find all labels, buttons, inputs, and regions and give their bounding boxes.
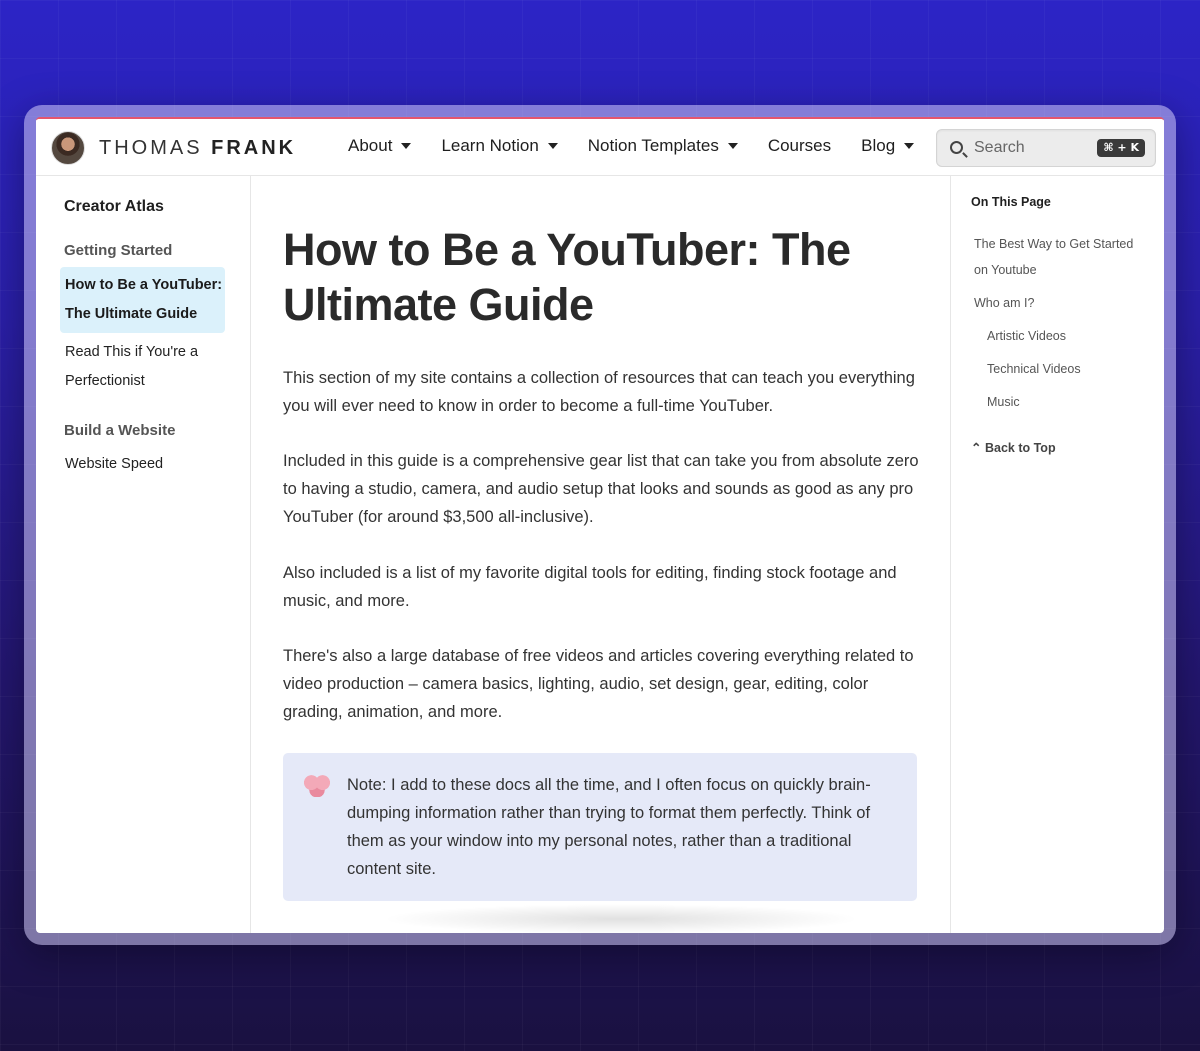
sidebar-title[interactable]: Creator Atlas (64, 198, 164, 216)
nav-notion-templates-label: Notion Templates (587, 136, 719, 155)
article: How to Be a YouTuber: The Ultimate Guide… (283, 176, 923, 933)
search-placeholder: Search (974, 139, 1025, 156)
nav-courses[interactable]: Courses (768, 136, 831, 156)
double-chevron-up-icon: ⌃ (971, 441, 982, 455)
search-icon (950, 141, 963, 154)
brand-first: THOMAS (99, 137, 203, 159)
sidebar-item-youtuber-guide[interactable]: How to Be a YouTuber: The Ultimate Guide (60, 267, 225, 333)
toc-item-music[interactable]: Music (987, 389, 1020, 415)
nav-courses-label: Courses (767, 136, 832, 155)
sidebar-section-getting-started[interactable]: Getting Started (64, 242, 172, 259)
nav-about-label: About (348, 136, 393, 155)
paragraph-4: There's also a large database of free vi… (283, 647, 914, 721)
note-callout: Note: I add to these docs all the time, … (283, 753, 917, 901)
paragraph-1: This section of my site contains a colle… (283, 369, 915, 415)
docs-sidebar: Creator Atlas Getting Started How to Be … (36, 176, 251, 933)
toc-item-artistic-videos[interactable]: Artistic Videos (987, 323, 1066, 349)
caret-down-icon (727, 143, 738, 149)
nav-blog-label: Blog (861, 136, 896, 155)
nav-learn-notion[interactable]: Learn Notion (441, 136, 558, 156)
paragraph-2: Included in this guide is a comprehensiv… (283, 452, 919, 526)
brain-icon (303, 773, 331, 797)
on-this-page-toc: On This Page The Best Way to Get Started… (950, 176, 1164, 933)
nav-blog[interactable]: Blog (861, 136, 915, 156)
caret-down-icon (904, 143, 915, 149)
main-nav: About Learn Notion Notion Templates Cour… (348, 136, 944, 156)
brand-last: FRANK (211, 137, 297, 159)
sidebar-item-website-speed[interactable]: Website Speed (65, 450, 225, 479)
caret-down-icon (401, 143, 412, 149)
browser-window: THOMAS FRANK About Learn Notion Notion T… (36, 117, 1164, 933)
page-title: How to Be a YouTuber: The Ultimate Guide (283, 224, 851, 330)
nav-notion-templates[interactable]: Notion Templates (588, 136, 738, 156)
search-shortcut-badge: ⌘ + K (1097, 139, 1145, 157)
search-box[interactable]: Search ⌘ + K (936, 129, 1156, 167)
toc-item-who-am-i[interactable]: Who am I? (974, 290, 1034, 316)
sidebar-item-perfectionist[interactable]: Read This if You're a Perfectionist (65, 338, 225, 396)
paragraph-3: Also included is a list of my favorite d… (283, 564, 897, 610)
nav-about[interactable]: About (348, 136, 412, 156)
back-to-top-link[interactable]: ⌃ Back to Top (971, 440, 1056, 455)
toc-item-technical-videos[interactable]: Technical Videos (987, 356, 1081, 382)
toc-title: On This Page (971, 195, 1051, 209)
site-header: THOMAS FRANK About Learn Notion Notion T… (36, 119, 1164, 176)
note-text: Note: I add to these docs all the time, … (347, 776, 871, 878)
back-to-top-label: Back to Top (984, 441, 1056, 455)
sidebar-section-build-a-website[interactable]: Build a Website (64, 422, 175, 439)
toc-item-best-way[interactable]: The Best Way to Get Started on Youtube (974, 231, 1149, 283)
avatar[interactable] (51, 131, 85, 165)
caret-down-icon (547, 143, 558, 149)
nav-learn-notion-label: Learn Notion (441, 136, 539, 155)
site-logo[interactable]: THOMAS FRANK (99, 137, 296, 160)
content-fade-shadow (381, 904, 861, 933)
